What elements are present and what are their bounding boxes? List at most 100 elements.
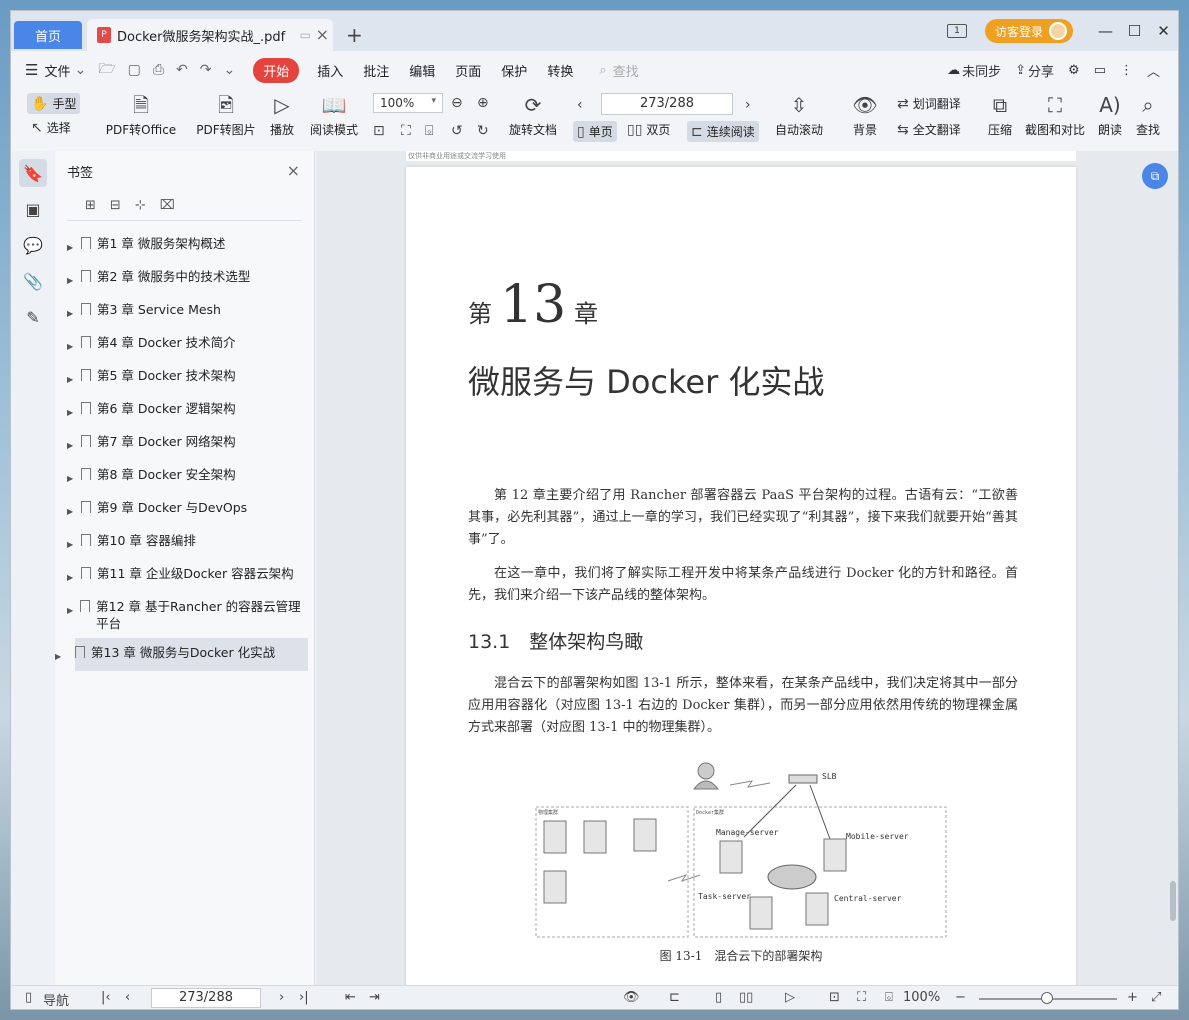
close-tab-icon[interactable]: × — [316, 25, 329, 44]
pdf-to-office-button[interactable]: 🗎 PDF转Office — [101, 93, 181, 138]
fit-width-button[interactable]: ⌺ — [425, 123, 437, 139]
bookmark-item[interactable]: ▶ 第4 章 Docker 技术简介 — [55, 328, 314, 361]
status-page-input[interactable]: 273/288 — [151, 988, 261, 1008]
document-viewport[interactable]: 仅供非商业用途或交流学习使用 第 13 章 微服务与 Docker 化实战 第 12… — [316, 151, 1178, 985]
zoom-out-status-icon[interactable]: − — [955, 990, 966, 1005]
menu-edit[interactable]: 编辑 — [409, 61, 435, 80]
floating-action-icon[interactable]: ⧉ — [1142, 163, 1168, 189]
zoom-in-status-icon[interactable]: + — [1127, 990, 1138, 1005]
scrollbar-thumb[interactable] — [1170, 881, 1176, 921]
play-button[interactable]: ▷ 播放 — [267, 93, 297, 138]
pin-icon[interactable]: ▭ — [300, 28, 311, 42]
expand-arrow-icon[interactable]: ▶ — [67, 338, 77, 355]
word-translate-button[interactable]: ⇄ 划词翻译 — [897, 95, 961, 112]
delete-bookmark-icon[interactable]: ⌧ — [160, 198, 175, 213]
menu-protect[interactable]: 保护 — [501, 61, 527, 80]
menu-start[interactable]: 开始 — [253, 57, 300, 83]
collapse-ribbon-icon[interactable]: ︿ — [1147, 61, 1160, 80]
chevron-down-icon[interactable]: ⌄ — [74, 62, 86, 78]
bookmark-item[interactable]: ▶ 第13 章 微服务与Docker 化实战 — [55, 638, 308, 671]
minimize-button[interactable]: — — [1091, 22, 1120, 40]
bookmark-item[interactable]: ▶ 第3 章 Service Mesh — [55, 295, 314, 328]
fit-width-status-icon[interactable]: ⌺ — [885, 990, 893, 1005]
crop-compare-button[interactable]: ⛶ 截图和对比 — [1023, 93, 1087, 138]
continuous-mode-icon[interactable]: ⊏ — [669, 990, 680, 1005]
expand-arrow-icon[interactable]: ▶ — [67, 470, 77, 487]
feedback-icon[interactable]: ▭ — [1094, 63, 1106, 78]
double-page-button[interactable]: ▯▯ 双页 — [627, 121, 670, 138]
prev-page-icon[interactable]: ‹ — [125, 990, 130, 1005]
hamburger-icon[interactable]: ☰ — [25, 61, 38, 79]
expand-arrow-icon[interactable]: ▶ — [67, 569, 77, 586]
read-aloud-button[interactable]: A) 朗读 — [1095, 93, 1125, 138]
zoom-in-button[interactable]: ⊕ — [477, 95, 493, 111]
expand-all-icon[interactable]: ⊞ — [85, 198, 96, 213]
next-page-button[interactable]: › — [745, 97, 755, 113]
first-page-icon[interactable]: |‹ — [101, 990, 111, 1005]
menu-file[interactable]: 文件 — [44, 61, 70, 80]
navigation-button[interactable]: 导航 — [43, 990, 69, 1009]
bookmark-item[interactable]: ▶ 第8 章 Docker 安全架构 — [55, 460, 314, 493]
navigation-icon[interactable]: ▯ — [25, 990, 32, 1005]
read-mode-button[interactable]: 📖 阅读模式 — [307, 93, 361, 138]
visitor-login-button[interactable]: 访客登录 — [984, 19, 1073, 43]
find-button[interactable]: ⌕ 查找 — [1133, 93, 1163, 138]
double-mode-icon[interactable]: ▯▯ — [739, 990, 753, 1005]
settings-icon[interactable]: ⚙ — [1068, 63, 1080, 78]
menu-search[interactable]: 查找 — [613, 61, 639, 80]
search-icon[interactable]: ⌕ — [599, 63, 606, 78]
bookmark-item[interactable]: ▶ 第12 章 基于Rancher 的容器云管理平台 — [55, 592, 314, 638]
redo-icon[interactable]: ↷ — [200, 62, 212, 78]
full-translate-button[interactable]: ⇆ 全文翻译 — [897, 121, 961, 138]
bookmark-item[interactable]: ▶ 第9 章 Docker 与DevOps — [55, 493, 314, 526]
menu-page[interactable]: 页面 — [455, 61, 481, 80]
fit-page-button[interactable]: ⛶ — [401, 123, 415, 139]
expand-arrow-icon[interactable]: ▶ — [55, 648, 65, 665]
expand-arrow-icon[interactable]: ▶ — [67, 602, 76, 619]
comment-icon[interactable]: 💬 — [19, 231, 47, 259]
open-folder-icon[interactable]: 🗁 — [98, 58, 115, 82]
print-icon[interactable]: ⎙ — [153, 62, 164, 78]
expand-arrow-icon[interactable]: ▶ — [67, 371, 77, 388]
bookmark-item[interactable]: ▶ 第10 章 容器编排 — [55, 526, 314, 559]
zoom-select[interactable]: 100% ▾ — [373, 93, 443, 113]
bookmark-item[interactable]: ▶ 第5 章 Docker 技术架构 — [55, 361, 314, 394]
more-icon[interactable]: ⋮ — [1120, 63, 1133, 78]
close-icon[interactable]: × — [287, 161, 300, 180]
actual-size-button[interactable]: ⊡ — [373, 123, 389, 139]
expand-arrow-icon[interactable]: ▶ — [67, 536, 77, 553]
more-chevron-icon[interactable]: ⌄ — [223, 62, 235, 78]
background-button[interactable]: 👁 背景 — [847, 93, 883, 138]
rotate-right-button[interactable]: ↻ — [477, 123, 493, 139]
new-tab-button[interactable]: + — [346, 23, 363, 47]
rotate-document-button[interactable]: ⟳ 旋转文档 — [505, 93, 561, 138]
single-mode-icon[interactable]: ▯ — [715, 990, 722, 1005]
back-icon[interactable]: ⇤ — [345, 990, 356, 1005]
single-page-button[interactable]: ▯ 单页 — [573, 121, 617, 142]
prev-page-button[interactable]: ‹ — [577, 97, 587, 113]
signature-icon[interactable]: ✎ — [19, 303, 47, 331]
zoom-slider[interactable] — [979, 992, 1117, 1004]
expand-arrow-icon[interactable]: ▶ — [67, 272, 77, 289]
auto-scroll-button[interactable]: ⇳ 自动滚动 — [769, 93, 829, 138]
bookmark-item[interactable]: ▶ 第1 章 微服务架构概述 — [55, 229, 314, 262]
save-icon[interactable]: ▢ — [128, 62, 141, 78]
compress-button[interactable]: ⧉ 压缩 — [983, 93, 1017, 138]
hand-tool-button[interactable]: ✋ 手型 — [27, 93, 81, 114]
expand-arrow-icon[interactable]: ▶ — [67, 437, 77, 454]
expand-arrow-icon[interactable]: ▶ — [67, 404, 77, 421]
next-page-icon[interactable]: › — [279, 990, 284, 1005]
rotate-left-button[interactable]: ↺ — [451, 123, 467, 139]
expand-arrow-icon[interactable]: ▶ — [67, 305, 77, 322]
zoom-slider-knob[interactable] — [1041, 992, 1053, 1004]
last-page-icon[interactable]: ›| — [299, 990, 309, 1005]
undo-icon[interactable]: ↶ — [176, 62, 188, 78]
page-view-icon[interactable]: 1 — [946, 24, 967, 38]
add-bookmark-icon[interactable]: ⊹ — [135, 198, 146, 213]
continuous-read-button[interactable]: ⊏ 连续阅读 — [687, 121, 759, 142]
share-button[interactable]: 分享 — [1028, 61, 1054, 80]
expand-arrow-icon[interactable]: ▶ — [67, 239, 77, 256]
page-number-input[interactable]: 273/288 — [601, 93, 733, 115]
expand-arrow-icon[interactable]: ▶ — [67, 503, 77, 520]
play-mode-icon[interactable]: ▷ — [785, 990, 795, 1005]
